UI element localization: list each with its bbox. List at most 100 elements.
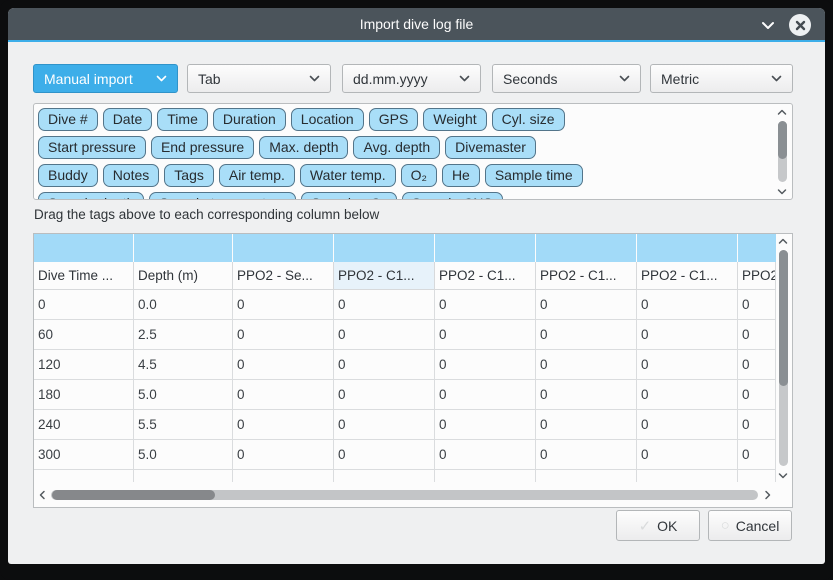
tag[interactable]: Duration [213,108,286,131]
table-cell: 300 [34,440,134,470]
tag[interactable]: Weight [423,108,486,131]
tag-drop-cell[interactable] [738,234,776,262]
tag[interactable]: Start pressure [38,136,146,159]
tag[interactable]: Notes [103,164,160,187]
tag[interactable]: GPS [369,108,419,131]
tag[interactable]: End pressure [151,136,254,159]
tag-drop-cell[interactable] [637,234,738,262]
chevron-down-icon [309,75,320,82]
chevron-down-icon [459,75,470,82]
table-cell: 0 [435,440,536,470]
field-separator-value: Tab [198,71,301,87]
scrollbar-thumb[interactable] [52,490,215,500]
titlebar[interactable]: Import dive log file [8,8,825,42]
tag-list-panel: Dive #DateTimeDurationLocationGPSWeight C… [33,103,793,200]
table-cell: 0 [637,410,738,440]
cancel-button-label: Cancel [736,518,780,534]
ok-button[interactable]: ✓ OK [616,510,700,541]
table-cell: 0 [334,350,435,380]
tag[interactable]: Location [291,108,364,131]
tag-drop-cell[interactable] [334,234,435,262]
tag-drop-cell[interactable] [34,234,134,262]
scrollbar-thumb[interactable] [778,121,787,159]
table-cell: 0 [34,290,134,320]
table-cell: 0 [637,290,738,320]
table-cell: 240 [34,410,134,440]
scroll-down-icon[interactable] [777,185,787,197]
window-title: Import dive log file [360,16,474,32]
tags-vertical-scrollbar[interactable] [774,106,790,197]
table-columns: Dive Time ...Depth (m)PPO2 - Se...PPO2 -… [34,234,776,482]
column-header: PPO2 [738,262,776,290]
table-cell: 0 [637,380,738,410]
scrollbar-track[interactable] [779,250,788,466]
scroll-up-icon[interactable] [777,106,787,118]
tag[interactable]: Avg. depth [353,136,440,159]
table-cell [34,470,134,482]
table-cell: 120 [34,350,134,380]
tag[interactable]: Cyl. size [492,108,565,131]
import-type-select[interactable]: Manual import [33,64,178,93]
tag-drop-cell[interactable] [435,234,536,262]
chevron-down-icon [761,21,775,30]
table-cell: 0 [435,380,536,410]
tag[interactable]: Sample pO₂ [301,192,396,200]
units-select[interactable]: Metric [650,64,793,93]
table-horizontal-scrollbar[interactable] [36,488,773,502]
table-cell: 0 [233,290,334,320]
column-header: PPO2 - C1... [334,262,435,290]
column-header: PPO2 - C1... [536,262,637,290]
tag[interactable]: Date [103,108,153,131]
window-frame: Import dive log file Manual import Tab d… [0,0,833,580]
tag[interactable]: He [442,164,480,187]
scrollbar-thumb[interactable] [779,250,788,386]
table-cell: 0 [334,320,435,350]
date-format-select[interactable]: dd.mm.yyyy [342,64,481,93]
table-cell: 0 [334,440,435,470]
drag-hint-label: Drag the tags above to each correspondin… [34,207,379,222]
tag-drop-cell[interactable] [134,234,233,262]
tag[interactable]: Sample time [485,164,583,187]
table-cell: 0 [738,290,776,320]
titlebar-collapse-button[interactable] [759,16,777,34]
table-cell: 0 [738,350,776,380]
cancel-button[interactable]: ○ Cancel [708,510,792,541]
tag[interactable]: Dive # [38,108,98,131]
tag[interactable]: Air temp. [219,164,295,187]
table-vertical-scrollbar[interactable] [775,235,791,481]
tag[interactable]: Buddy [38,164,98,187]
tag[interactable]: Sample temperature [149,192,296,200]
tag[interactable]: Tags [164,164,214,187]
table-cell: 0 [536,440,637,470]
table-cell: 60 [34,320,134,350]
close-button[interactable] [789,14,811,36]
ok-button-label: OK [657,518,677,534]
scrollbar-track[interactable] [778,121,787,182]
tag[interactable]: Sample depth [38,192,144,200]
scroll-left-icon[interactable] [36,490,48,500]
scrollbar-track[interactable] [51,490,758,500]
table-row: 602.5000000 [34,320,776,350]
scroll-right-icon[interactable] [761,490,773,500]
tag[interactable]: Divemaster [445,136,536,159]
units-value: Metric [661,71,763,87]
tag-drop-cell[interactable] [233,234,334,262]
scroll-up-icon[interactable] [778,235,788,247]
tag[interactable]: O₂ [401,164,437,187]
table-cell: 0 [738,380,776,410]
table-cell [233,470,334,482]
tag-drop-cell[interactable] [536,234,637,262]
tag-drop-row [34,234,776,262]
date-format-value: dd.mm.yyyy [353,71,451,87]
tag[interactable]: Time [157,108,208,131]
tag[interactable]: Water temp. [300,164,396,187]
field-separator-select[interactable]: Tab [187,64,331,93]
tag[interactable]: Max. depth [259,136,348,159]
scroll-down-icon[interactable] [778,469,788,481]
tag[interactable]: Sample CNS [402,192,503,200]
time-format-select[interactable]: Seconds [492,64,641,93]
table-cell: 0.0 [134,290,233,320]
tag-row: Start pressureEnd pressureMax. depthAvg.… [38,136,770,159]
chevron-down-icon [619,75,630,82]
table-cell: 0 [536,380,637,410]
